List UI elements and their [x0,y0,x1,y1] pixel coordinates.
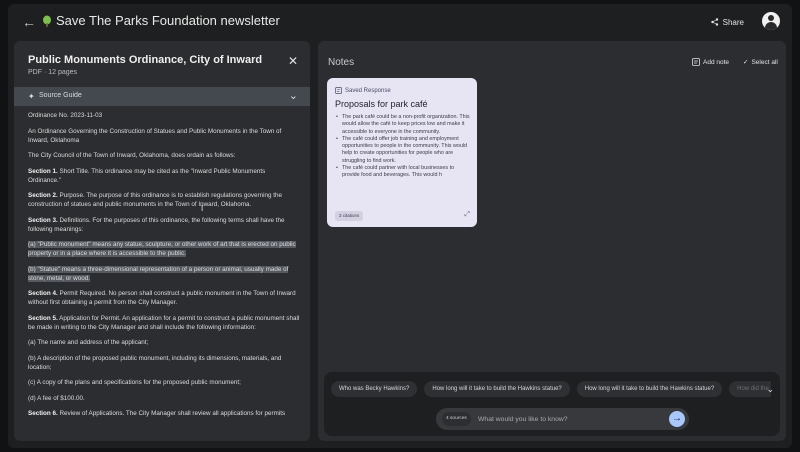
document-paragraph: (d) A fee of $100.00. [28,394,300,403]
notebook-title[interactable]: Save The Parks Foundation newsletter [56,13,280,28]
query-input[interactable] [478,410,658,428]
arrow-right-icon: → [672,413,682,424]
suggestion-chip[interactable]: How did the [729,381,771,397]
close-icon[interactable]: ✕ [288,55,298,67]
paragraph-text: The City Council of the Town of Inward, … [28,152,236,159]
paragraph-text: (a) "Public monument" means any statue, … [28,241,296,257]
chevron-down-icon[interactable]: ⌄ [766,384,774,395]
document-paragraph: The City Council of the Town of Inward, … [28,151,300,160]
saved-response-label: Saved Response [345,87,391,94]
list-item: The park café could be a non-profit orga… [335,114,473,136]
note-add-icon [692,58,700,66]
text-cursor-icon: I [201,204,204,213]
paragraph-text: Review of Applications. The City Manager… [57,410,286,417]
select-all-button[interactable]: ✓ Select all [743,58,778,67]
suggestion-chip[interactable]: Who was Becky Hawkins? [331,381,418,397]
share-label: Share [722,17,744,27]
query-bar: 4 sources → [436,408,689,430]
document-paragraph: Section 6. Review of Applications. The C… [28,409,300,418]
paragraph-text: (b) "Statue" means a three-dimensional r… [28,265,289,282]
document-paragraph: Section 5. Application for Permit. An ap… [28,314,300,332]
document-paragraph: An Ordinance Governing the Construction … [28,127,300,145]
saved-response-badge: Saved Response [335,87,391,94]
note-card-bullets: The park café could be a non-profit orga… [335,114,473,180]
document-body: Ordinance No. 2023-11-03 An Ordinance Gov… [28,111,300,425]
section-heading: Section 6. [28,410,58,417]
section-heading: Section 2. [28,192,58,199]
sources-count-badge[interactable]: 4 sources [442,412,471,426]
list-item: The café could partner with local busine… [335,165,473,180]
note-card-title: Proposals for park café [335,99,428,109]
citations-badge[interactable]: 3 citations [335,211,364,221]
paragraph-text: Permit Required. No person shall constru… [28,290,296,306]
section-heading: Section 4. [28,290,58,297]
check-icon: ✓ [743,59,749,66]
share-icon [710,18,718,26]
source-guide-toggle[interactable]: ✦ Source Guide ⌄ [14,87,310,106]
document-paragraph: Section 3. Definitions. For the purposes… [28,216,300,234]
sparkle-icon: ✦ [28,92,35,101]
paragraph-text: Ordinance No. 2023-11-03 [28,112,103,119]
document-paragraph: Section 1. Short Title. This ordinance m… [28,167,300,185]
section-heading: Section 1. [28,167,58,175]
document-paragraph: (a) "Public monument" means any statue, … [28,240,300,258]
fade-overlay [327,182,477,212]
document-paragraph: Section 4. Permit Required. No person sh… [28,289,300,307]
avatar[interactable] [762,12,780,30]
suggestion-chips: Who was Becky Hawkins? How long will it … [331,381,771,397]
section-heading: Section 3. [28,216,58,224]
section-heading: Section 5. [28,314,58,322]
paragraph-text: (d) A fee of $100.00. [28,394,85,402]
document-paragraph: (c) A copy of the plans and specificatio… [28,378,300,387]
paragraph-text: (b) A description of the proposed public… [28,354,282,371]
document-paragraph: (b) A description of the proposed public… [28,354,300,372]
arrow-left-icon[interactable]: ← [22,14,38,30]
document-paragraph: (b) "Statue" means a three-dimensional r… [28,265,300,283]
suggestion-chip[interactable]: How long will it take to build the Hawki… [424,381,570,397]
suggestion-chip[interactable]: How long will it take to build the Hawki… [576,381,723,397]
saved-response-icon [335,87,342,94]
leaf-logo-icon [43,15,51,27]
paragraph-text: Definitions. For the purposes of this or… [28,216,285,233]
paragraph-text: Application for Permit. An application f… [28,314,300,331]
paragraph-text: An Ordinance Governing the Construction … [28,127,282,144]
source-panel: Public Monuments Ordinance, City of Inwa… [14,41,310,441]
expand-icon[interactable]: ⤢ [464,211,470,219]
send-button[interactable]: → [669,411,685,427]
chat-box: Who was Becky Hawkins? How long will it … [324,372,780,436]
source-title: Public Monuments Ordinance, City of Inwa… [28,54,263,66]
document-paragraph: (a) The name and address of the applican… [28,338,300,347]
select-all-label: Select all [751,58,778,66]
top-bar: ← Save The Parks Foundation newsletter S… [8,4,792,40]
add-note-button[interactable]: Add note [692,58,729,66]
paragraph-text: (a) The name and address of the applican… [28,339,149,346]
share-button[interactable]: Share [703,12,752,32]
document-paragraph: Ordinance No. 2023-11-03 [28,111,300,120]
paragraph-text: Purpose. The purpose of this ordinance i… [28,192,283,208]
app-window: ← Save The Parks Foundation newsletter S… [8,4,792,448]
source-guide-label: Source Guide [39,92,82,99]
document-paragraph: Section 2. Purpose. The purpose of this … [28,191,300,209]
source-meta: PDF · 12 pages [28,69,78,76]
paragraph-text: (c) A copy of the plans and specificatio… [28,379,241,386]
notes-title: Notes [328,57,355,68]
notes-panel: Notes Add note ✓ Select all Saved Respon… [318,41,786,441]
paragraph-text: Short Title. This ordinance may be cited… [28,167,266,184]
note-card[interactable]: Saved Response Proposals for park café T… [327,78,477,227]
list-item: The café could offer job training and em… [335,136,473,165]
add-note-label: Add note [703,58,730,66]
chevron-down-icon: ⌄ [288,90,298,102]
